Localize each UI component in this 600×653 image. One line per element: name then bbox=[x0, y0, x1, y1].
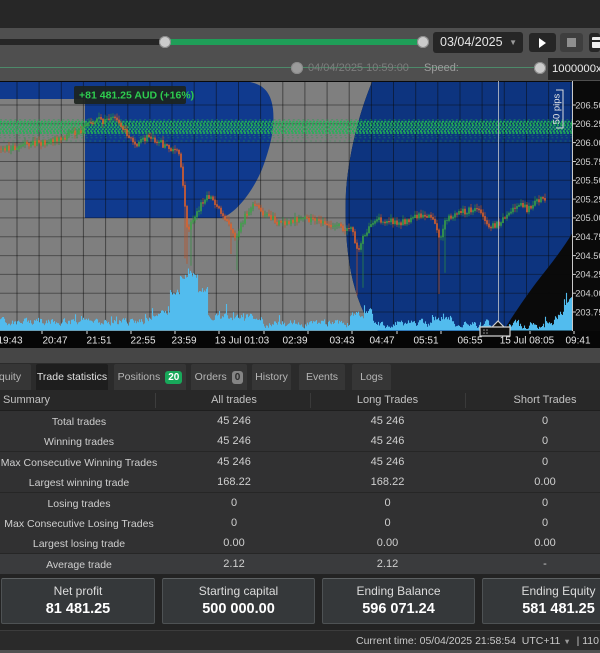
svg-text:05:51: 05:51 bbox=[413, 336, 438, 347]
svg-text:206.50: 206.50 bbox=[575, 100, 600, 110]
svg-text:22:55: 22:55 bbox=[130, 336, 155, 347]
svg-text:20:47: 20:47 bbox=[42, 336, 67, 347]
svg-text:204.00: 204.00 bbox=[575, 289, 600, 299]
svg-text:50 pips: 50 pips bbox=[552, 93, 563, 124]
svg-text:205.25: 205.25 bbox=[575, 194, 600, 204]
svg-text:09:41: 09:41 bbox=[565, 336, 590, 347]
svg-text:205.50: 205.50 bbox=[575, 176, 600, 186]
svg-text:02:39: 02:39 bbox=[282, 336, 307, 347]
svg-text:+81 481.25 AUD (+16%): +81 481.25 AUD (+16%) bbox=[79, 90, 194, 102]
svg-text:206.25: 206.25 bbox=[575, 119, 600, 129]
svg-text:206.00: 206.00 bbox=[575, 138, 600, 148]
svg-text:203.75: 203.75 bbox=[575, 307, 600, 317]
svg-text:205.75: 205.75 bbox=[575, 157, 600, 167]
svg-text:19:43: 19:43 bbox=[0, 336, 23, 347]
svg-text:04:47: 04:47 bbox=[369, 336, 394, 347]
svg-text:204.75: 204.75 bbox=[575, 232, 600, 242]
svg-text:21:51: 21:51 bbox=[86, 336, 111, 347]
svg-text:204.50: 204.50 bbox=[575, 251, 600, 261]
svg-text:205.00: 205.00 bbox=[575, 213, 600, 223]
svg-text:03:43: 03:43 bbox=[329, 336, 354, 347]
svg-text:23:59: 23:59 bbox=[171, 336, 196, 347]
svg-text:15 Jul 08:05: 15 Jul 08:05 bbox=[500, 336, 555, 347]
svg-text:204.25: 204.25 bbox=[575, 270, 600, 280]
svg-text:06:55: 06:55 bbox=[457, 336, 482, 347]
svg-text:13 Jul 01:03: 13 Jul 01:03 bbox=[215, 336, 270, 347]
